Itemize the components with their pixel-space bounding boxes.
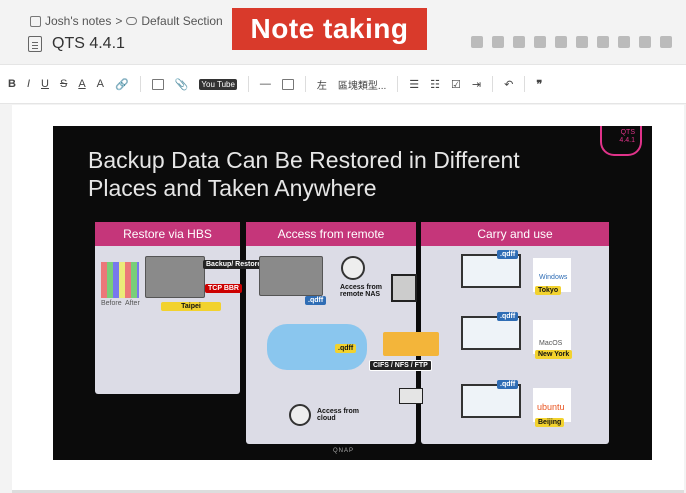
breadcrumb-notebook[interactable]: Josh's notes <box>45 14 111 28</box>
qdff-label-mac: .qdff <box>497 312 519 321</box>
undo-icon[interactable]: ↶ <box>504 78 513 91</box>
laptop-mac <box>461 316 521 350</box>
block-type-dropdown[interactable]: 區塊類型... <box>338 77 386 92</box>
table-icon[interactable] <box>281 78 294 90</box>
qdff-label-cloud: .qdff <box>335 344 357 353</box>
before-after-grid <box>101 262 139 298</box>
format-toolbar: B I U S A A 🔗 📎 You Tube — 左 區塊類型... ☰ ☷… <box>0 64 686 104</box>
taipei-label: Taipei <box>161 302 221 311</box>
image-icon[interactable] <box>151 78 164 90</box>
after-label: After <box>125 300 140 307</box>
mail-icon <box>399 388 423 404</box>
share-icon[interactable] <box>492 36 504 48</box>
access-cloud-label: Access from cloud <box>317 408 360 422</box>
qts-badge-line-1: QTS <box>620 129 635 136</box>
hard-drive-icon <box>391 274 417 302</box>
info-icon[interactable] <box>660 36 672 48</box>
before-label: Before <box>101 300 122 307</box>
quote-button[interactable]: ❞ <box>536 78 542 91</box>
breadcrumb-section[interactable]: Default Section <box>141 14 222 28</box>
cifs-nfs-ftp-label: CIFS / NFS / FTP <box>369 360 432 371</box>
tag-icon[interactable] <box>513 36 525 48</box>
toolbar-divider <box>304 76 306 92</box>
toolbar-divider <box>397 76 399 92</box>
strikethrough-button[interactable]: S <box>60 78 67 90</box>
slide-title: Backup Data Can Be Restored in Different… <box>88 146 588 202</box>
breadcrumb: Josh's notes > Default Section <box>30 14 223 28</box>
delete-icon[interactable] <box>471 36 483 48</box>
panel-header-restore: Restore via HBS <box>95 222 240 246</box>
numbered-list-icon[interactable]: ☷ <box>430 78 440 91</box>
align-dropdown[interactable]: 左 <box>317 77 327 92</box>
slide-title-line-1: Backup Data Can Be Restored in Different <box>88 147 520 173</box>
bold-button[interactable]: B <box>8 78 16 90</box>
qdff-label-windows: .qdff <box>497 250 519 259</box>
favorite-icon[interactable] <box>534 36 546 48</box>
italic-button[interactable]: I <box>27 78 30 90</box>
new-york-label: New York <box>535 350 573 359</box>
slide-title-line-2: Places and Taken Anywhere <box>88 175 377 201</box>
highlight-button[interactable]: A <box>97 78 104 90</box>
notebook-icon <box>30 15 41 27</box>
remote-nas-icon <box>259 256 323 296</box>
link-icon[interactable]: 🔗 <box>115 78 129 91</box>
breadcrumb-separator: > <box>115 14 123 28</box>
underline-button[interactable]: U <box>41 78 49 90</box>
print-icon[interactable] <box>639 36 651 48</box>
backup-restore-label: Backup/ Restore <box>203 260 265 269</box>
lock-icon[interactable] <box>555 36 567 48</box>
checklist-icon[interactable]: ☑ <box>451 78 461 91</box>
qts-badge-line-2: 4.4.1 <box>619 137 635 144</box>
note-icon <box>28 36 42 52</box>
section-icon <box>126 17 138 25</box>
windows-label: Windows <box>539 274 568 281</box>
youtube-button[interactable]: You Tube <box>199 78 237 90</box>
note-editor: Josh's notes > Default Section QTS 4.4.1… <box>0 0 686 493</box>
toolbar-divider <box>247 76 249 92</box>
toolbar-divider <box>524 76 526 92</box>
qts-badge: QTS 4.4.1 <box>600 126 642 156</box>
toolbar-divider <box>492 76 494 92</box>
qnap-logo: QNAP <box>333 448 355 454</box>
note-taking-banner: Note taking <box>232 8 427 50</box>
font-color-button[interactable]: A <box>78 78 85 90</box>
note-title-row: QTS 4.4.1 <box>28 35 125 53</box>
present-icon[interactable] <box>576 36 588 48</box>
nas-icon <box>145 256 205 298</box>
note-title[interactable]: QTS 4.4.1 <box>52 35 125 53</box>
export-icon[interactable] <box>597 36 609 48</box>
cloud-user-icon <box>289 404 311 426</box>
indent-icon[interactable]: ⇥ <box>472 78 481 91</box>
user-icon <box>341 256 365 280</box>
qdff-label-ubuntu: .qdff <box>497 380 519 389</box>
attachment-icon[interactable]: 📎 <box>175 78 189 91</box>
macos-logo <box>533 320 571 354</box>
ubuntu-label: ubuntu <box>537 402 565 412</box>
tokyo-label: Tokyo <box>535 286 562 295</box>
folder-icon <box>383 332 439 356</box>
embedded-slide-image: Backup Data Can Be Restored in Different… <box>53 126 652 460</box>
panel-header-carry: Carry and use <box>421 222 609 246</box>
beijing-label: Beijing <box>535 418 565 427</box>
bullet-list-icon[interactable]: ☰ <box>409 78 419 91</box>
laptop-ubuntu <box>461 384 521 418</box>
toolbar-divider <box>139 76 141 92</box>
panel-header-remote: Access from remote <box>246 222 416 246</box>
qdff-label-remote: .qdff <box>305 296 327 305</box>
horizontal-rule-button[interactable]: — <box>260 78 271 90</box>
laptop-windows <box>461 254 521 288</box>
tcp-bbr-label: TCP BBR <box>205 284 242 293</box>
comment-icon[interactable] <box>618 36 630 48</box>
macos-label: MacOS <box>539 340 563 347</box>
note-actions <box>471 36 672 48</box>
